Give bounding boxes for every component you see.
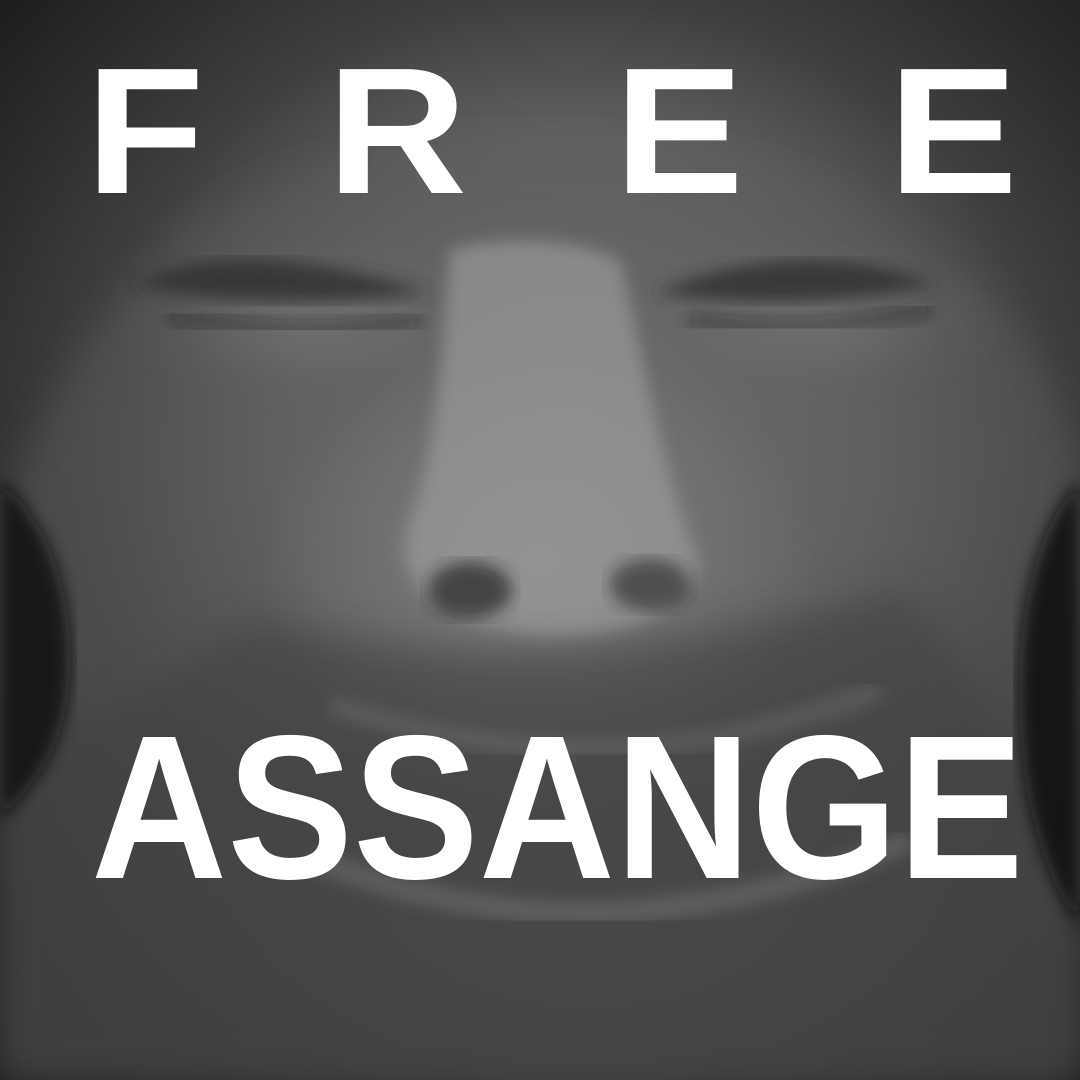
headline-free: F R E E xyxy=(0,42,1080,222)
right-nostril xyxy=(610,559,690,611)
free-letter-e-second: E xyxy=(888,31,1018,232)
left-nostril xyxy=(428,562,512,618)
poster: F R E E ASSANGE xyxy=(0,0,1080,1080)
free-letter-f: F xyxy=(85,31,205,232)
free-letter-e-first: E xyxy=(614,31,744,232)
free-letter-r: R xyxy=(326,31,468,232)
assange-word: ASSANGE xyxy=(91,693,1024,922)
headline-assange: ASSANGE xyxy=(0,693,1080,922)
